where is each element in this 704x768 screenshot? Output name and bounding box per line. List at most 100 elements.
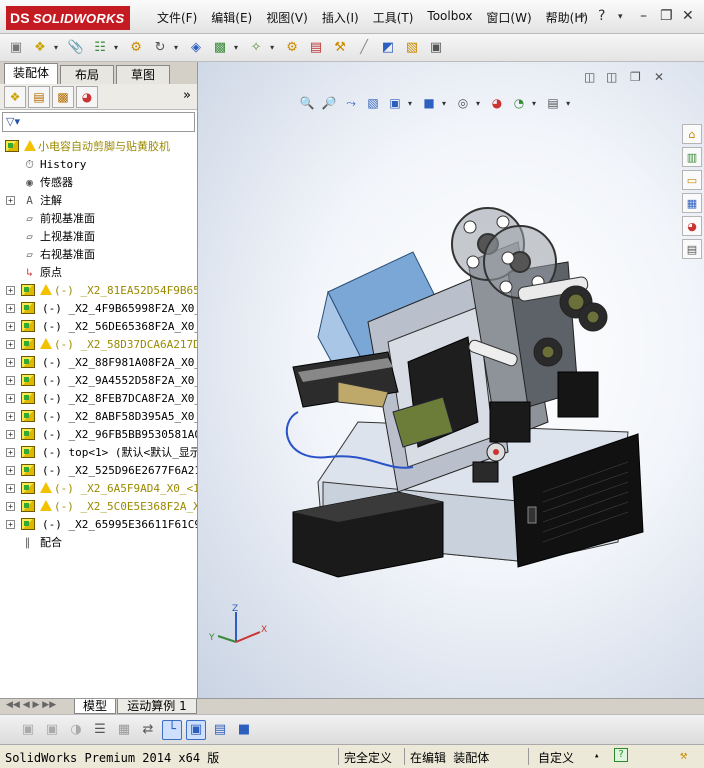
close-icon[interactable]: ✕ — [682, 8, 694, 24]
menu-view[interactable]: 视图(V) — [259, 9, 315, 26]
tree-component-row[interactable]: + (-) _X2_525D96E2677F6A217 — [0, 462, 197, 480]
feature-manager-icon[interactable]: ❖ — [4, 85, 26, 108]
expand-icon[interactable]: + — [6, 358, 15, 367]
pin-icon[interactable]: ⌖ — [578, 8, 586, 24]
expand-icon[interactable]: + — [6, 376, 15, 385]
menu-tools[interactable]: 工具(T) — [366, 9, 421, 26]
expand-icon[interactable]: + — [6, 286, 15, 295]
chevron-up-icon[interactable]: ▴ — [594, 751, 599, 761]
graph-icon[interactable]: └ — [162, 719, 182, 740]
align-icon[interactable]: ⇄ — [138, 720, 158, 740]
tree-item-mates[interactable]: ∥ 配合 — [0, 534, 197, 552]
chevron-down-icon[interactable]: ▾ — [54, 43, 58, 52]
tree-item-origin[interactable]: ↳ 原点 — [0, 264, 197, 282]
tree-item-annotation[interactable]: + A 注解 — [0, 192, 197, 210]
list-icon[interactable]: ☰ — [90, 720, 110, 740]
menu-insert[interactable]: 插入(I) — [315, 9, 366, 26]
subassembly-icon[interactable]: ▣ — [42, 720, 62, 740]
tree-component-row[interactable]: + (-) _X2_56DE65368F2A_X0_< — [0, 318, 197, 336]
menu-window[interactable]: 窗口(W) — [479, 9, 538, 26]
expand-icon[interactable]: + — [6, 520, 15, 529]
new-motion-study-icon[interactable]: ⚙ — [282, 38, 302, 58]
menu-edit[interactable]: 编辑(E) — [204, 9, 259, 26]
tab-assembly[interactable]: 装配体 — [4, 63, 58, 84]
expand-icon[interactable]: + — [6, 502, 15, 511]
new-component-icon[interactable]: ▣ — [6, 38, 26, 58]
property-manager-icon[interactable]: ▤ — [28, 85, 50, 108]
expand-icon[interactable]: + — [6, 394, 15, 403]
table-icon[interactable]: ▤ — [210, 720, 230, 740]
solidworks-logo[interactable]: DS SOLIDWORKS — [6, 6, 130, 30]
mates-icon[interactable]: ◑ — [66, 720, 86, 740]
menu-file[interactable]: 文件(F) — [150, 9, 204, 26]
tab-layout[interactable]: 布局 — [60, 65, 114, 84]
tab-model[interactable]: 模型 — [74, 699, 116, 714]
expand-icon[interactable]: + — [6, 196, 15, 205]
assembly-features-icon[interactable]: ▩ — [210, 38, 230, 58]
save-icon[interactable]: ■ — [234, 720, 254, 740]
menu-help[interactable]: 帮助(H) — [539, 9, 595, 26]
bill-of-materials-icon[interactable]: ▤ — [306, 38, 326, 58]
tree-component-row[interactable]: + (-) _X2_5C0E5E368F2A_X0 — [0, 498, 197, 516]
tree-item-plane[interactable]: ▱ 上视基准面 — [0, 228, 197, 246]
menu-toolbox[interactable]: Toolbox — [420, 9, 479, 26]
explode-line-sketch-icon[interactable]: ╱ — [354, 38, 374, 58]
tab-sketch[interactable]: 草图 — [116, 65, 170, 84]
configuration-manager-icon[interactable]: ▩ — [52, 85, 74, 108]
chevron-down-icon[interactable]: ▾ — [270, 43, 274, 52]
reference-geometry-icon[interactable]: ✧ — [246, 38, 266, 58]
tab-nav-icon[interactable]: ◀◀ ◀ ▶ ▶▶ — [6, 700, 56, 710]
expand-icon[interactable]: + — [6, 340, 15, 349]
expand-icon[interactable]: + — [6, 304, 15, 313]
grid-icon[interactable]: ▦ — [114, 720, 134, 740]
instant3d-icon[interactable]: ▧ — [402, 38, 422, 58]
tab-motion-study[interactable]: 运动算例 1 — [117, 699, 197, 714]
expand-icon[interactable]: + — [6, 430, 15, 439]
filter-icon[interactable]: ▽▾ — [6, 115, 20, 128]
tree-component-row[interactable]: + (-) _X2_6A5F9AD4_X0_<1> — [0, 480, 197, 498]
chevron-down-icon[interactable]: ▾ — [174, 43, 178, 52]
mate-icon[interactable]: 📎 — [66, 38, 86, 58]
expand-icon[interactable]: + — [6, 448, 15, 457]
chevron-right-icon[interactable]: » — [183, 88, 191, 103]
tree-component-row[interactable]: + (-) _X2_96FB5BB9530581A06 — [0, 426, 197, 444]
view-cube-icon[interactable]: ▣ — [186, 719, 206, 740]
tree-component-row[interactable]: + (-) _X2_9A4552D58F2A_X0_< — [0, 372, 197, 390]
expand-icon[interactable]: + — [6, 412, 15, 421]
expand-icon[interactable]: + — [6, 322, 15, 331]
tree-item-history[interactable]: ⏱ History — [0, 156, 197, 174]
tree-component-row[interactable]: + (-) _X2_8FEB7DCA8F2A_X0_< — [0, 390, 197, 408]
restore-icon[interactable]: ❐ — [660, 8, 673, 24]
rebuild-icon[interactable]: ⚒ — [680, 748, 687, 762]
tree-component-row[interactable]: + (-) _X2_4F9B65998F2A_X0_< — [0, 300, 197, 318]
minimize-icon[interactable]: – — [640, 8, 647, 24]
tree-filter[interactable]: ▽▾ — [2, 112, 195, 132]
component-icon[interactable]: ▣ — [18, 720, 38, 740]
tree-component-row[interactable]: + (-) _X2_65995E36611F61C956 — [0, 516, 197, 534]
move-component-icon[interactable]: ↻ — [150, 38, 170, 58]
chevron-down-icon[interactable]: ▾ — [618, 12, 623, 22]
tree-component-row[interactable]: + (-) _X2_8ABF58D395A5_X0_< — [0, 408, 197, 426]
expand-icon[interactable]: + — [6, 484, 15, 493]
exploded-view-icon[interactable]: ⚒ — [330, 38, 350, 58]
tree-component-row[interactable]: + (-) top<1> (默认<默认_显示 — [0, 444, 197, 462]
display-manager-icon[interactable]: ◕ — [76, 85, 98, 108]
help-icon[interactable]: ? — [614, 748, 628, 762]
show-hidden-icon[interactable]: ◈ — [186, 38, 206, 58]
help-icon[interactable]: ? — [598, 8, 605, 24]
options-icon[interactable]: ▣ — [426, 38, 446, 58]
tree-item-plane[interactable]: ▱ 前视基准面 — [0, 210, 197, 228]
tree-component-row[interactable]: + (-) _X2_81EA52D54F9B659 — [0, 282, 197, 300]
chevron-down-icon[interactable]: ▾ — [114, 43, 118, 52]
interference-detection-icon[interactable]: ◩ — [378, 38, 398, 58]
status-units[interactable]: 自定义 — [538, 749, 574, 766]
tree-item-plane[interactable]: ▱ 右视基准面 — [0, 246, 197, 264]
pattern-icon[interactable]: ☷ — [90, 38, 110, 58]
tree-component-row[interactable]: + (-) _X2_88F981A08F2A_X0_< — [0, 354, 197, 372]
chevron-down-icon[interactable]: ▾ — [234, 43, 238, 52]
insert-component-icon[interactable]: ❖ — [30, 38, 50, 58]
graphics-area[interactable]: ◫ ◫ ❐ ✕ 🔍 🔎 ⤳ ▧ ▣ ▾ ■ ▾ ◎ ▾ ◕ ◔ ▾ ▤ ▾ ⌂ ▥ ▭ ▦… — [198, 62, 704, 698]
tree-item-sensor[interactable]: ◉ 传感器 — [0, 174, 197, 192]
smart-fastener-icon[interactable]: ⚙ — [126, 38, 146, 58]
tree-component-row[interactable]: + (-) _X2_58D37DCA6A217D — [0, 336, 197, 354]
